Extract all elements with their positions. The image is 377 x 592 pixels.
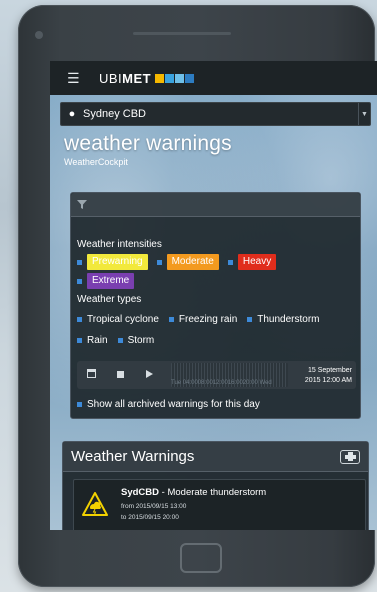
print-button[interactable] [340, 449, 360, 464]
warning-title: SydCBD - Moderate thunderstorm [121, 487, 266, 498]
page-subtitle: WeatherCockpit [64, 157, 128, 167]
warning-item[interactable]: SydCBD - Moderate thunderstorm from 2015… [73, 479, 366, 530]
chip-heavy[interactable]: Heavy [237, 254, 277, 270]
type-rain[interactable]: Rain [77, 335, 108, 346]
camera-lens [35, 31, 43, 39]
phone-frame: ☰ UBI MET ● Sydney CBD ▼ weather warnings… [18, 5, 377, 587]
top-navbar: ☰ UBI MET [50, 61, 377, 95]
warnings-panel: Weather Warnings SydCBD - Moderate thund… [62, 441, 369, 530]
warning-area: SydCBD [121, 487, 160, 498]
checkbox-heavy[interactable] [227, 259, 233, 265]
play-button[interactable] [135, 369, 164, 381]
timeline-date-line1: 15 September [308, 367, 352, 374]
speaker-grille [133, 32, 231, 35]
intensity-row-2: Extreme [77, 273, 143, 289]
filter-header[interactable] [71, 193, 360, 217]
funnel-icon[interactable] [77, 200, 87, 209]
warning-description: - Moderate thunderstorm [159, 487, 267, 498]
chip-prewarning[interactable]: Prewarning [87, 254, 148, 270]
timeline-date-line2: 2015 12:00 AM [304, 377, 352, 384]
warnings-title: Weather Warnings [71, 448, 195, 465]
thunderstorm-warning-icon [82, 492, 108, 516]
type-thunderstorm[interactable]: Thunderstorm [247, 314, 320, 325]
home-button[interactable] [180, 543, 222, 573]
type-freezing-rain[interactable]: Freezing rain [168, 314, 237, 325]
page-title: weather warnings [64, 132, 232, 155]
checkbox-moderate[interactable] [156, 259, 162, 265]
types-label: Weather types [77, 294, 142, 305]
timeline-ticks: Tue 04:0008:0012:0016:0020:00 Wed [171, 380, 272, 386]
checkbox-extreme[interactable] [77, 278, 82, 284]
stop-button[interactable] [106, 370, 135, 381]
checkbox-prewarning[interactable] [77, 259, 82, 265]
location-select[interactable]: ● Sydney CBD ▼ [60, 102, 371, 126]
types-row-1: Tropical cyclone Freezing rain Thunderst… [77, 314, 330, 325]
timeline-date: 15 September 2015 12:00 AM [305, 366, 352, 386]
brand-met: MET [122, 70, 152, 86]
warnings-header: Weather Warnings [63, 442, 368, 472]
intensities-label: Weather intensities [77, 239, 162, 250]
print-icon [344, 452, 356, 461]
types-row-2: Rain Storm [77, 335, 164, 346]
app-screen: ☰ UBI MET ● Sydney CBD ▼ weather warnings… [50, 61, 377, 530]
filter-panel: Weather intensities Prewarning Moderate … [70, 192, 361, 419]
brand-ubi: UBI [99, 70, 123, 86]
chip-extreme[interactable]: Extreme [87, 273, 135, 289]
checkbox-archive[interactable] [77, 402, 82, 407]
calendar-icon [87, 369, 96, 378]
brand-squares-icon [155, 73, 195, 83]
stop-icon [117, 370, 124, 378]
calendar-button[interactable] [77, 369, 106, 381]
location-value: Sydney CBD [83, 108, 146, 120]
archive-toggle[interactable]: Show all archived warnings for this day [77, 399, 260, 410]
intensity-row-1: Prewarning Moderate Heavy [77, 254, 285, 270]
chevron-down-icon[interactable]: ▼ [358, 103, 370, 125]
type-storm[interactable]: Storm [117, 335, 154, 346]
chip-moderate[interactable]: Moderate [166, 254, 219, 270]
map-pin-icon: ● [68, 108, 76, 120]
timeline-player: Tue 04:0008:0012:0016:0020:00 Wed 15 Sep… [77, 361, 356, 389]
archive-label: Show all archived warnings for this day [87, 399, 260, 410]
warning-to: to 2015/09/15 20:00 [121, 514, 179, 521]
brand-logo: UBI MET [99, 70, 195, 86]
play-icon [146, 369, 153, 378]
hamburger-icon[interactable]: ☰ [67, 70, 85, 87]
warning-from: from 2015/09/15 13:00 [121, 503, 187, 510]
type-tropical-cyclone[interactable]: Tropical cyclone [77, 314, 159, 325]
